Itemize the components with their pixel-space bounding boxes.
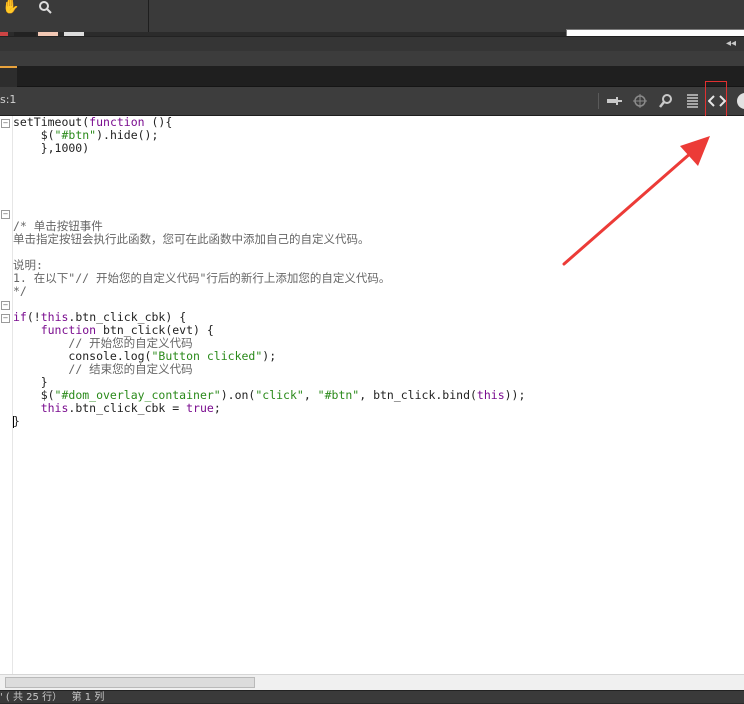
find-icon[interactable] bbox=[655, 90, 677, 112]
collapse-double-chevron-icon[interactable]: ◂◂ bbox=[726, 37, 736, 51]
fold-toggle-icon[interactable]: − bbox=[1, 314, 10, 323]
highlight-box bbox=[705, 81, 727, 121]
help-icon[interactable] bbox=[734, 90, 744, 112]
code-content[interactable]: setTimeout(function (){ $("#btn").hide()… bbox=[13, 116, 525, 428]
fold-gutter: − − − − bbox=[0, 116, 13, 674]
text-caret bbox=[13, 416, 14, 428]
tab-bar bbox=[0, 66, 744, 88]
fold-toggle-icon[interactable]: − bbox=[1, 301, 10, 310]
fold-toggle-icon[interactable]: − bbox=[1, 210, 10, 219]
toolbar-context-label: s:1 bbox=[0, 93, 17, 106]
status-text: ' ( 共 25 行） 第 1 列 bbox=[0, 692, 105, 703]
horizontal-scrollbar[interactable] bbox=[0, 674, 744, 691]
toolbar-divider bbox=[598, 93, 599, 109]
fold-toggle-icon[interactable]: − bbox=[1, 119, 10, 128]
zoom-icon[interactable] bbox=[38, 0, 56, 16]
panel-separator bbox=[0, 51, 744, 66]
panel-collapse-strip: ◂◂ bbox=[0, 36, 744, 52]
pin-icon[interactable] bbox=[603, 90, 625, 112]
toolbar-divider bbox=[148, 0, 149, 32]
app-toolbar: ✋ bbox=[0, 0, 744, 37]
scrollbar-thumb[interactable] bbox=[5, 677, 255, 688]
hand-tool-icon[interactable]: ✋ bbox=[2, 0, 24, 16]
editor-toolbar: s:1 bbox=[0, 87, 744, 116]
status-bar: ' ( 共 25 行） 第 1 列 bbox=[0, 690, 744, 703]
tab-actions-panel[interactable] bbox=[0, 66, 17, 88]
annotation-arrow bbox=[562, 136, 710, 266]
target-icon[interactable] bbox=[629, 90, 651, 112]
format-lines-icon[interactable] bbox=[681, 90, 703, 112]
